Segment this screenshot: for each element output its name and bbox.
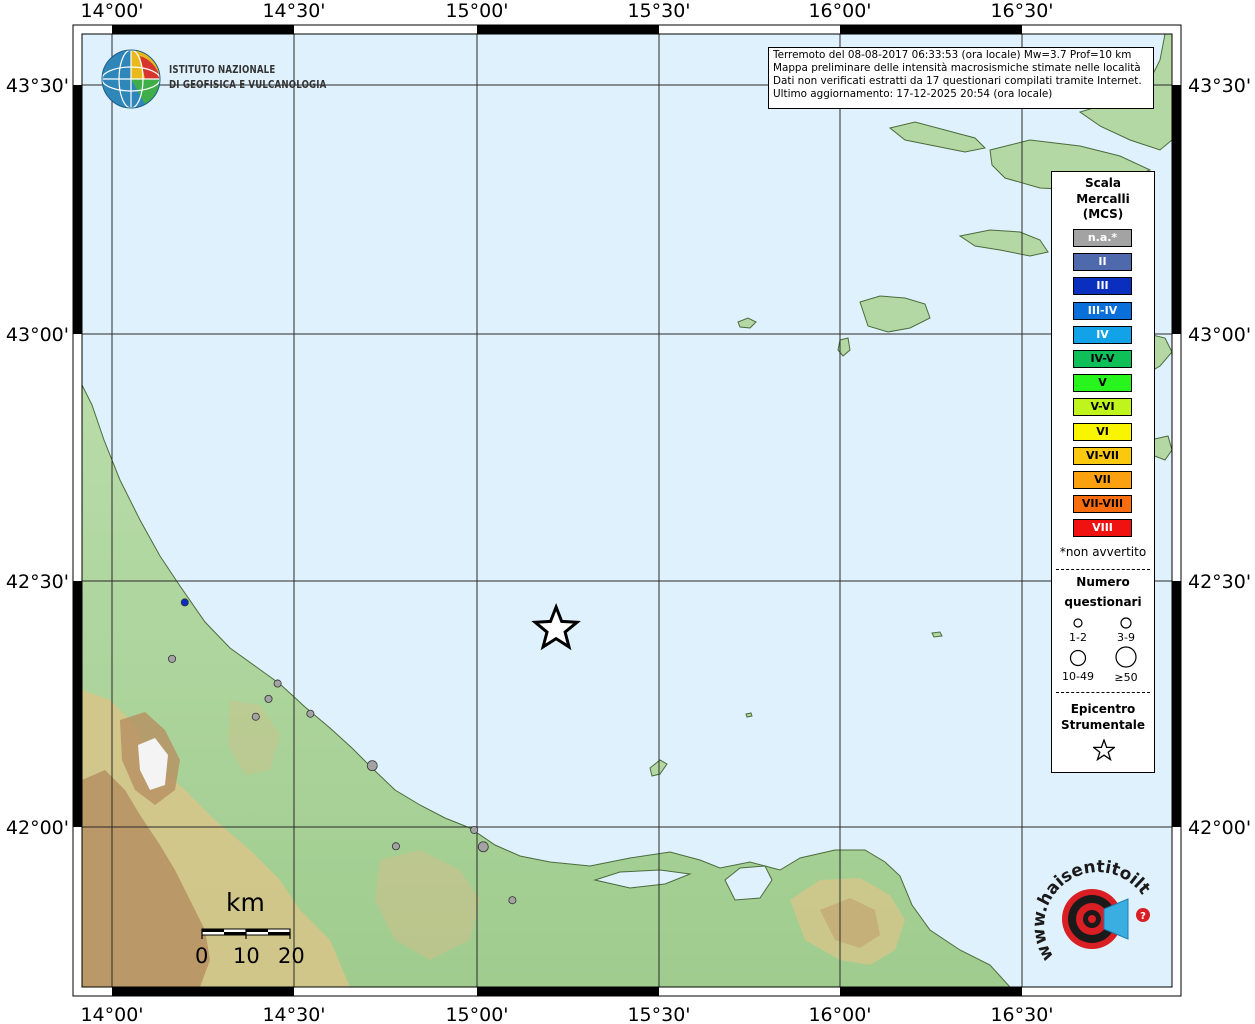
lon-label: 15°00' bbox=[445, 0, 508, 22]
intensity-swatch: n.a.* bbox=[1073, 229, 1132, 247]
intensity-swatch: III bbox=[1073, 277, 1132, 296]
svg-text:?: ? bbox=[1140, 911, 1146, 922]
observation-point[interactable] bbox=[251, 712, 260, 721]
observation-point[interactable] bbox=[391, 842, 400, 851]
scale-bar: km 0 10 20 bbox=[190, 888, 320, 978]
observation-point[interactable] bbox=[508, 896, 517, 905]
lon-label: 15°00' bbox=[445, 1004, 508, 1024]
epicenter-title: Epicentro bbox=[1070, 702, 1136, 716]
intensity-swatch: VII bbox=[1073, 471, 1132, 489]
lon-label: 16°30' bbox=[990, 0, 1053, 22]
observation-point[interactable] bbox=[168, 654, 177, 663]
intensity-swatch: IV bbox=[1073, 325, 1132, 344]
event-info-line: Ultimo aggiornamento: 17-12-2025 20:54 (… bbox=[773, 88, 1053, 100]
ingv-logo: ISTITUTO NAZIONALE DI GEOFISICA E VULCAN… bbox=[100, 48, 326, 110]
lon-label: 14°00' bbox=[80, 1004, 143, 1024]
ingv-globe-icon bbox=[101, 49, 161, 109]
lat-label: 42°00' bbox=[6, 817, 69, 839]
lon-label: 14°00' bbox=[80, 0, 143, 22]
lon-label: 16°00' bbox=[808, 0, 871, 22]
legend-title: (MCS) bbox=[1082, 207, 1124, 221]
haisentito-logo-graphic: ? www.haisentitoilterremoto.it bbox=[1021, 840, 1154, 964]
size-symbol-3-9 bbox=[1120, 617, 1132, 629]
legend-divider bbox=[1056, 569, 1150, 570]
latitude-labels-right: 43°30' 43°00' 42°30' 42°00' bbox=[1188, 75, 1251, 839]
islet-pelagosa-small bbox=[931, 631, 943, 638]
longitude-labels-top: 14°00' 14°30' 15°00' 15°30' 16°00' 16°30… bbox=[80, 0, 1053, 22]
observation-point[interactable] bbox=[180, 598, 189, 607]
ingv-name-line2: DI GEOFISICA E VULCANOLOGIA bbox=[169, 79, 327, 91]
intensity-swatch: VII-VIII bbox=[1073, 495, 1132, 514]
count-class-label: 1-2 bbox=[1069, 631, 1087, 644]
scale-bar-graphic bbox=[201, 928, 291, 939]
lon-label: 15°30' bbox=[627, 0, 690, 22]
intensity-swatch: V bbox=[1073, 374, 1132, 393]
lat-label: 43°00' bbox=[6, 324, 69, 346]
scale-tick-label: 10 bbox=[233, 944, 260, 968]
questionnaire-count-title: questionari bbox=[1064, 595, 1142, 609]
lat-label: 43°30' bbox=[6, 75, 69, 97]
epicenter-star-icon bbox=[1093, 739, 1115, 761]
epicenter-title: Strumentale bbox=[1060, 718, 1146, 732]
size-symbol-1-2 bbox=[1073, 618, 1083, 628]
lat-label: 42°30' bbox=[6, 571, 69, 593]
lon-label: 14°30' bbox=[262, 0, 325, 22]
intensity-swatch: VIII bbox=[1073, 519, 1132, 538]
intensity-swatch: V-VI bbox=[1073, 398, 1132, 417]
count-class-label: ≥50 bbox=[1114, 671, 1138, 684]
count-class-label: 3-9 bbox=[1117, 631, 1135, 644]
legend-divider bbox=[1056, 692, 1150, 693]
longitude-labels-bottom: 14°00' 14°30' 15°00' 15°30' 16°00' 16°30… bbox=[80, 1004, 1053, 1024]
lat-label: 42°00' bbox=[1188, 817, 1251, 839]
event-info-box: Terremoto del 08-08-2017 06:33:53 (ora l… bbox=[768, 47, 1154, 109]
event-info-line: Terremoto del 08-08-2017 06:33:53 (ora l… bbox=[773, 49, 1132, 61]
legend-panel: Scala Mercalli (MCS) n.a.* II III III-IV IV I… bbox=[1051, 171, 1155, 773]
intensity-swatch: VI bbox=[1073, 422, 1132, 441]
latitude-labels-left: 43°30' 43°00' 42°30' 42°00' bbox=[6, 75, 69, 839]
intensity-swatch: III-IV bbox=[1073, 301, 1132, 320]
intensity-swatch: II bbox=[1073, 253, 1132, 272]
lon-label: 15°30' bbox=[627, 1004, 690, 1024]
observation-point[interactable] bbox=[477, 841, 489, 853]
scale-tick-label: 20 bbox=[278, 944, 305, 968]
observation-point[interactable] bbox=[306, 709, 315, 718]
observation-point[interactable] bbox=[366, 760, 378, 772]
lat-label: 43°00' bbox=[1188, 324, 1251, 346]
intensity-swatch: VI-VII bbox=[1073, 446, 1132, 465]
observation-point[interactable] bbox=[273, 679, 282, 688]
size-symbol-50-plus bbox=[1115, 646, 1137, 668]
observation-point[interactable] bbox=[470, 825, 479, 834]
not-felt-note: *non avvertito bbox=[1059, 545, 1147, 559]
count-class-label: 10-49 bbox=[1062, 670, 1094, 683]
legend-title: Scala bbox=[1084, 176, 1122, 190]
event-info-line: Dati non verificati estratti da 17 quest… bbox=[773, 75, 1142, 87]
ingv-name-line1: ISTITUTO NAZIONALE bbox=[169, 64, 276, 76]
lon-label: 16°00' bbox=[808, 1004, 871, 1024]
haisentito-logo: ? www.haisentitoilterremoto.it bbox=[1021, 840, 1160, 985]
scale-unit: km bbox=[226, 888, 265, 917]
event-info-line: Mappa preliminare delle intensità macros… bbox=[773, 62, 1141, 74]
lat-label: 43°30' bbox=[1188, 75, 1251, 97]
scale-tick-label: 0 bbox=[195, 944, 209, 968]
legend-title: Mercalli bbox=[1076, 191, 1130, 206]
lat-label: 42°30' bbox=[1188, 571, 1251, 593]
questionnaire-count-title: Numero bbox=[1076, 575, 1130, 589]
intensity-swatch: IV-V bbox=[1073, 350, 1132, 368]
islet-pianosa bbox=[745, 712, 753, 718]
observation-point[interactable] bbox=[264, 694, 273, 703]
size-symbol-10-49 bbox=[1069, 649, 1087, 667]
lon-label: 14°30' bbox=[262, 1004, 325, 1024]
lon-label: 16°30' bbox=[990, 1004, 1053, 1024]
